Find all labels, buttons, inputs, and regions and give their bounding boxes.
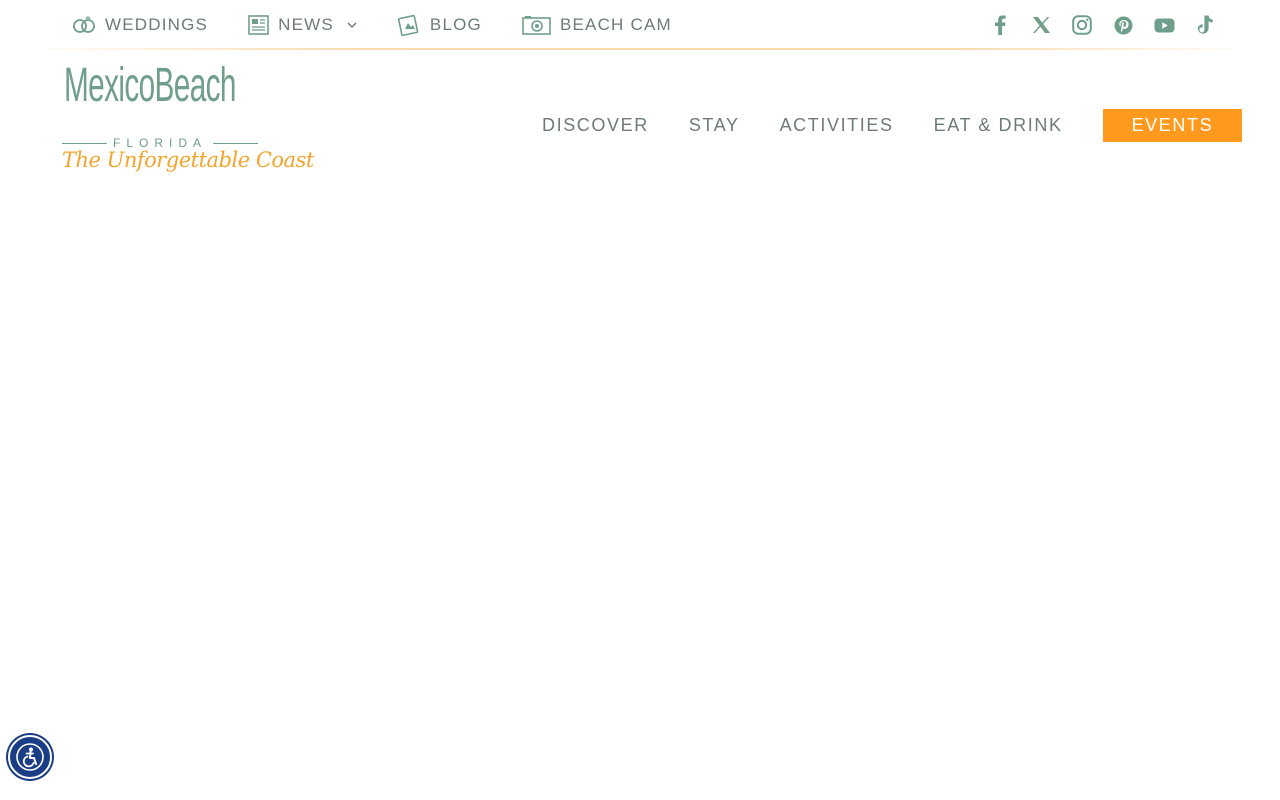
- rings-icon: [73, 16, 95, 33]
- utility-nav: WEDDINGS NEWS BLOG BEACH CAM: [48, 14, 712, 36]
- tiktok-icon: [1197, 15, 1213, 34]
- instagram-link[interactable]: [1071, 14, 1093, 36]
- facebook-link[interactable]: [989, 14, 1011, 36]
- pinterest-link[interactable]: [1112, 14, 1134, 36]
- x-icon: [1032, 17, 1050, 33]
- chevron-down-icon: [347, 21, 357, 28]
- logo-wordmark: MexicoBeach: [64, 59, 236, 112]
- pinterest-icon: [1114, 16, 1132, 34]
- utility-bar: WEDDINGS NEWS BLOG BEACH CAM: [48, 0, 1232, 50]
- youtube-icon: [1154, 18, 1174, 32]
- facebook-icon: [995, 15, 1006, 35]
- main-nav: DISCOVER STAY ACTIVITIES EAT & DRINK EVE…: [542, 109, 1243, 142]
- utility-link-label: BLOG: [429, 15, 482, 34]
- utility-link-news[interactable]: NEWS: [248, 15, 357, 35]
- logo-rule-left: [62, 142, 107, 144]
- utility-link-blog[interactable]: BLOG: [397, 14, 482, 36]
- camera-icon: [522, 16, 551, 35]
- nav-activities[interactable]: ACTIVITIES: [780, 115, 894, 136]
- utility-link-label: WEDDINGS: [105, 15, 209, 34]
- x-link[interactable]: [1030, 14, 1052, 36]
- accessibility-icon: [16, 743, 44, 771]
- social-links: [989, 14, 1232, 36]
- utility-link-weddings[interactable]: WEDDINGS: [72, 15, 208, 35]
- logo-tagline: The Unforgettable Coast: [62, 148, 314, 172]
- blog-icon: [397, 14, 419, 36]
- tiktok-link[interactable]: [1194, 14, 1216, 36]
- utility-link-label: NEWS: [278, 15, 334, 34]
- site-logo[interactable]: MexicoBeach FLORIDA The Unforgettable Co…: [62, 59, 314, 188]
- nav-stay[interactable]: STAY: [689, 115, 740, 136]
- logo-rule-right: [213, 142, 259, 144]
- instagram-icon: [1072, 15, 1092, 35]
- utility-link-label: BEACH CAM: [559, 15, 672, 34]
- accessibility-button[interactable]: [8, 735, 52, 779]
- newspaper-icon: [248, 15, 269, 35]
- nav-eat-drink[interactable]: EAT & DRINK: [934, 115, 1063, 136]
- nav-discover[interactable]: DISCOVER: [542, 115, 649, 136]
- nav-events-button[interactable]: EVENTS: [1102, 109, 1243, 142]
- youtube-link[interactable]: [1153, 14, 1175, 36]
- utility-link-beach-cam[interactable]: BEACH CAM: [522, 15, 672, 35]
